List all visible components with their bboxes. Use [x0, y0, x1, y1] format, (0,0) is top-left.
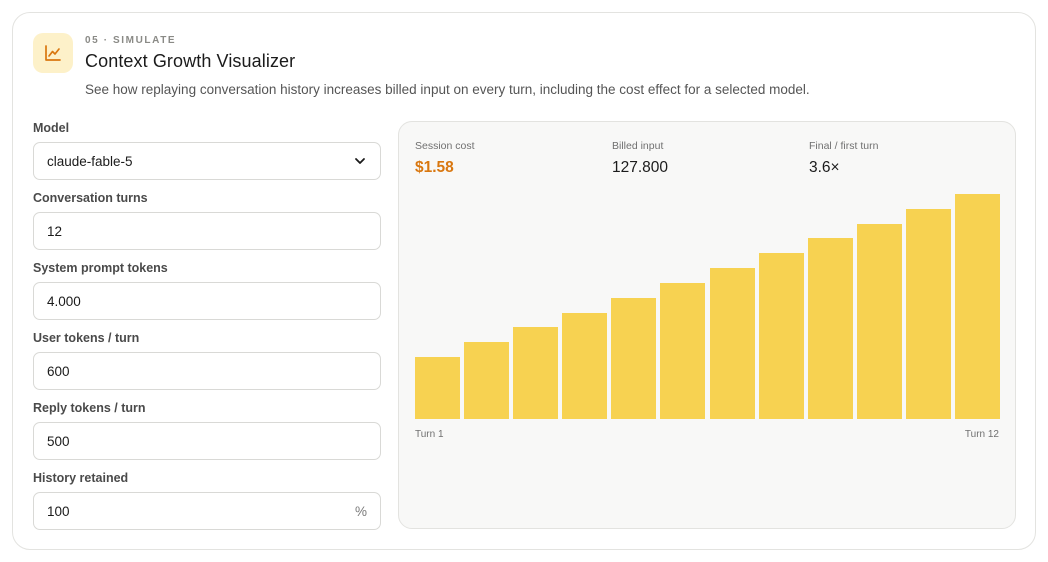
turns-field: Conversation turns 12	[33, 191, 381, 250]
x-axis-end-label: Turn 12	[964, 429, 999, 440]
model-label: Model	[33, 121, 70, 135]
system-tokens-label: System prompt tokens	[33, 261, 168, 275]
bar-turn-3	[513, 327, 559, 419]
system-tokens-field: System prompt tokens 4.000	[33, 261, 381, 320]
system-tokens-input[interactable]: 4.000	[33, 282, 381, 320]
bar-turn-10	[856, 223, 902, 419]
system-tokens-input-value: 4.000	[47, 293, 81, 309]
results-panel: Session cost $1.58 Billed input 127.800 …	[398, 121, 1016, 529]
ratio-value: 3.6×	[809, 159, 840, 176]
bar-turn-2	[464, 342, 510, 419]
user-tokens-input[interactable]: 600	[33, 352, 381, 390]
history-input[interactable]: 100 %	[33, 492, 381, 530]
session-cost-label: Session cost	[415, 140, 475, 152]
model-select-value: claude-fable-5	[47, 153, 133, 169]
history-label: History retained	[33, 471, 129, 485]
turns-label: Conversation turns	[33, 191, 148, 205]
percent-unit: %	[354, 503, 367, 519]
turns-input-value: 12	[47, 223, 63, 239]
history-field: History retained 100 %	[33, 471, 381, 530]
reply-tokens-input[interactable]: 500	[33, 422, 381, 460]
model-field: Model claude-fable-5	[33, 121, 381, 180]
reply-tokens-field: Reply tokens / turn 500	[33, 401, 381, 460]
context-growth-bar-chart	[415, 194, 1000, 419]
turns-input[interactable]: 12	[33, 212, 381, 250]
user-tokens-input-value: 600	[47, 363, 70, 379]
ratio-stat: Final / first turn 3.6×	[809, 140, 878, 177]
x-axis-start-label: Turn 1	[415, 429, 444, 440]
ratio-label: Final / first turn	[809, 140, 879, 152]
chevron-down-icon	[355, 158, 365, 164]
model-select[interactable]: claude-fable-5	[33, 142, 381, 180]
context-growth-card: 05 · SIMULATE Context Growth Visualizer …	[12, 12, 1036, 550]
user-tokens-field: User tokens / turn 600	[33, 331, 381, 390]
history-input-value: 100	[47, 503, 70, 519]
bar-turn-6	[660, 282, 706, 419]
bar-turn-8	[758, 253, 804, 419]
bar-turn-11	[905, 208, 951, 419]
session-cost-value: $1.58	[415, 159, 454, 176]
bar-turn-5	[611, 297, 657, 419]
line-chart-icon	[33, 33, 73, 73]
billed-input-label: Billed input	[612, 140, 664, 152]
bar-turn-1	[415, 357, 461, 419]
bar-turn-7	[709, 268, 755, 419]
bar-turn-12	[954, 194, 1000, 419]
session-cost-stat: Session cost $1.58	[415, 140, 475, 177]
section-eyebrow: 05 · SIMULATE	[85, 35, 177, 46]
billed-input-stat: Billed input 127.800	[612, 140, 668, 177]
bar-turn-9	[807, 238, 853, 419]
reply-tokens-input-value: 500	[47, 433, 70, 449]
page-subtitle: See how replaying conversation history i…	[85, 82, 810, 97]
user-tokens-label: User tokens / turn	[33, 331, 140, 345]
bar-turn-4	[562, 312, 608, 419]
billed-input-value: 127.800	[612, 159, 669, 176]
reply-tokens-label: Reply tokens / turn	[33, 401, 146, 415]
page-title: Context Growth Visualizer	[85, 51, 296, 71]
